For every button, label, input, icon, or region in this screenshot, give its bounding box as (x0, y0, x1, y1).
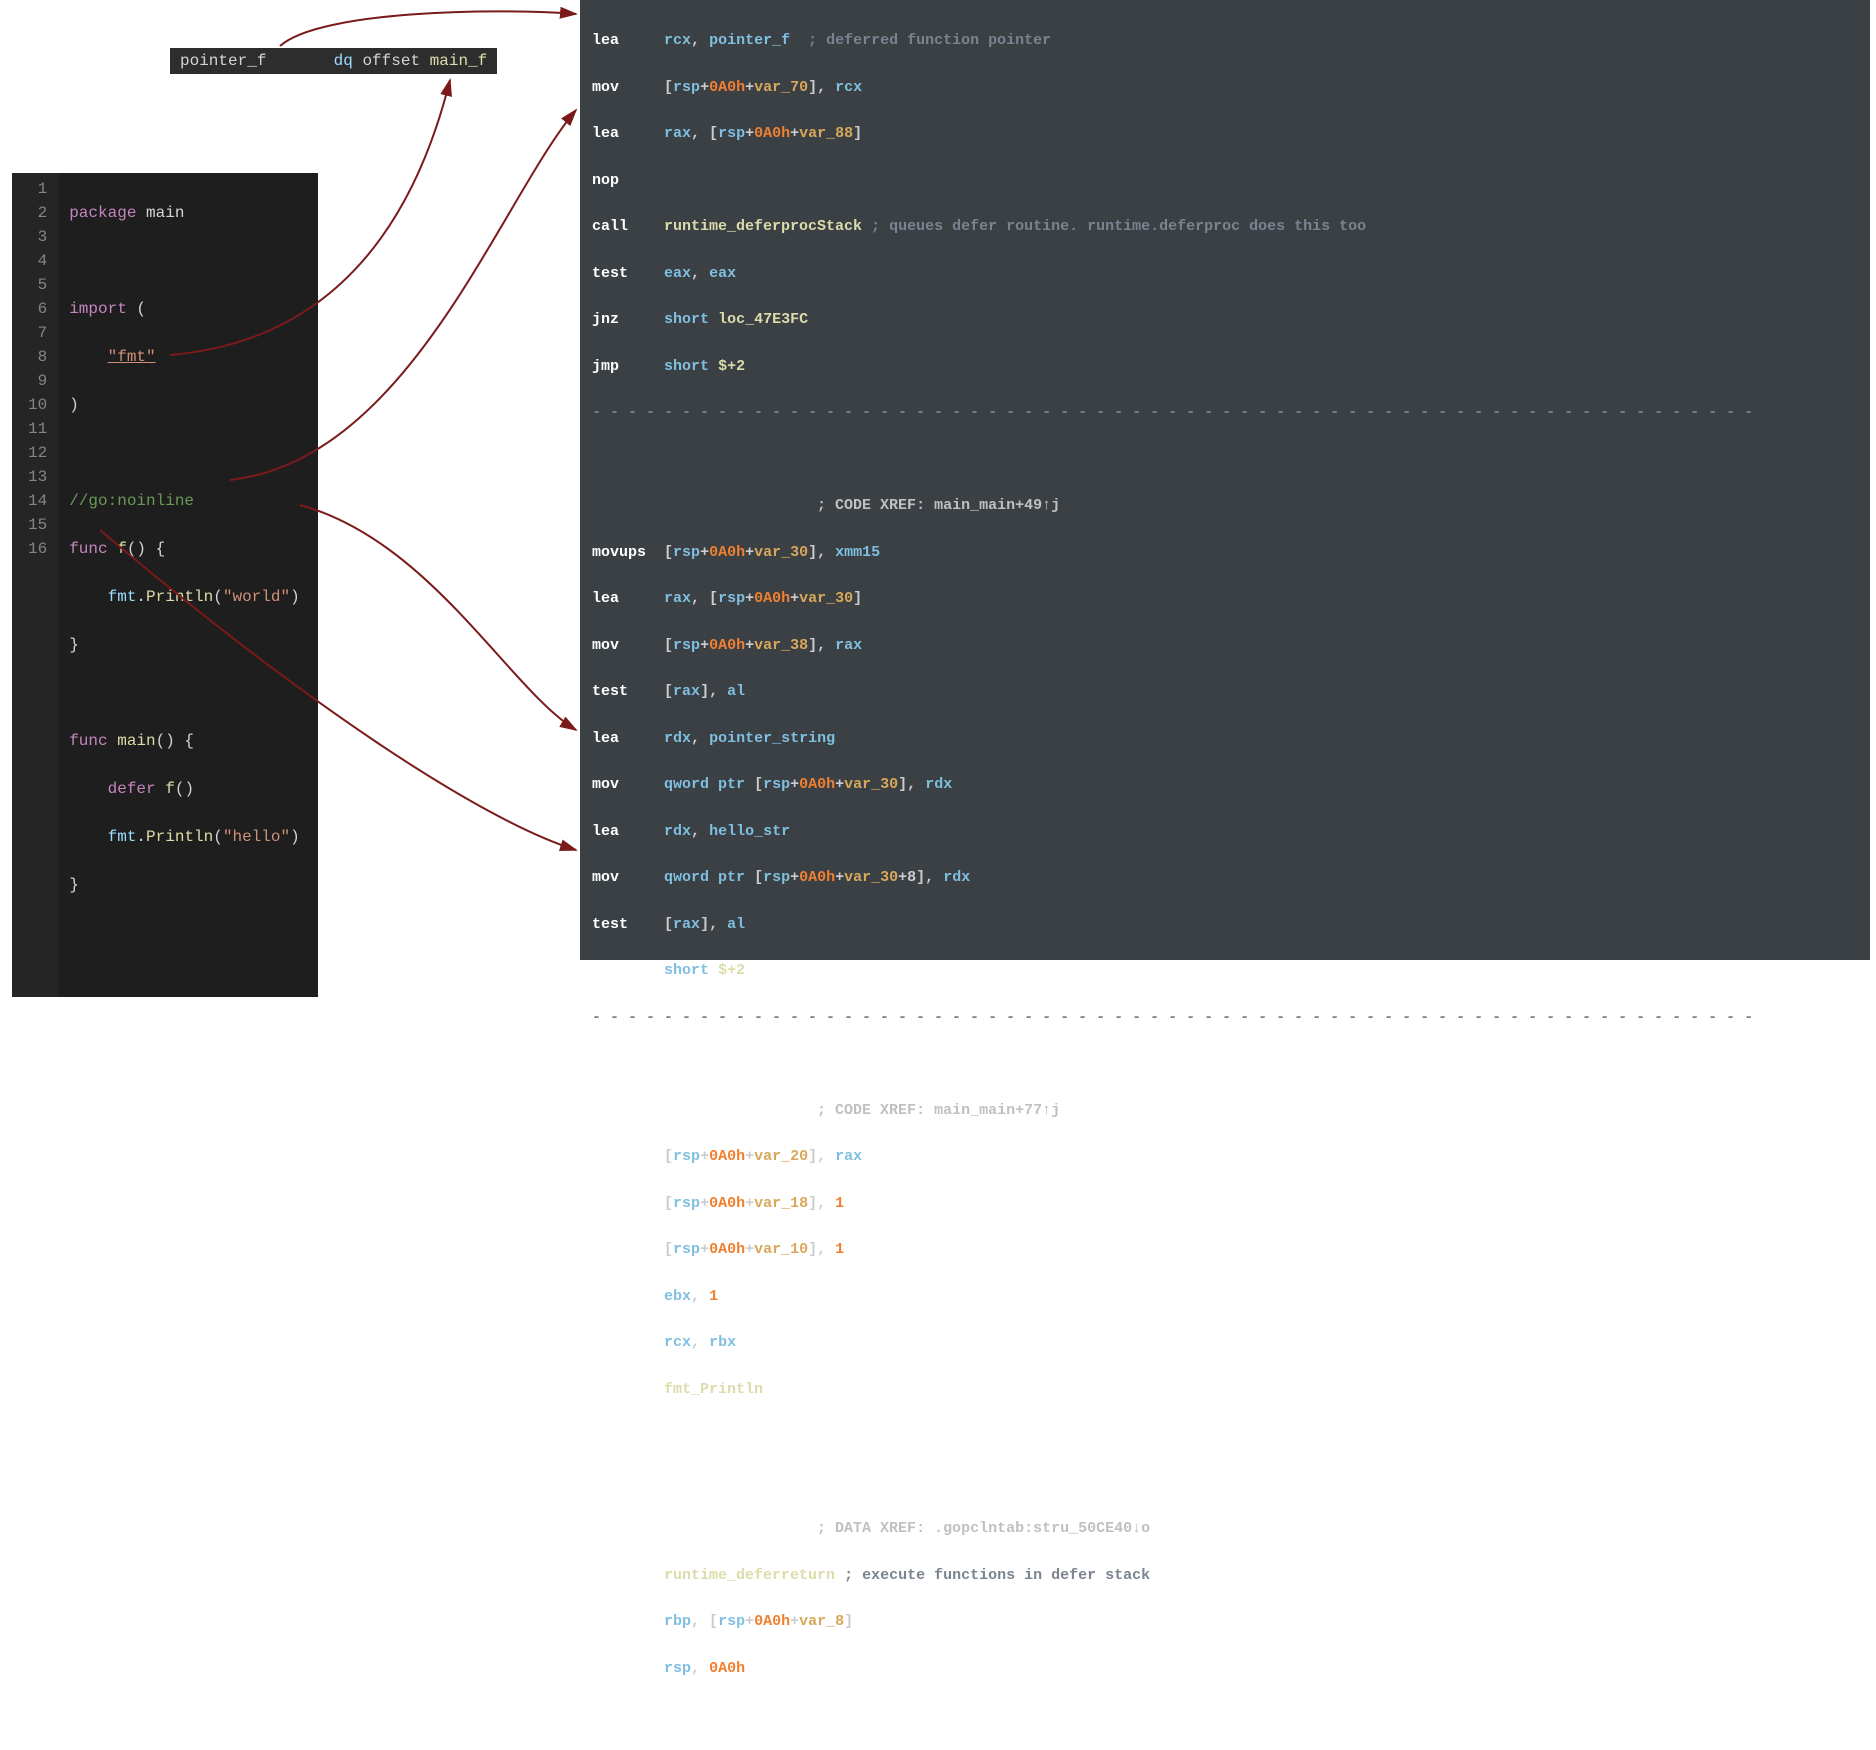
asm-line: mov rbp, [rsp+0A0h+var_8] (592, 1610, 1858, 1633)
src-line: } (69, 633, 299, 657)
pointer-def: pointer_f dq offset main_f (170, 48, 497, 74)
disassembly-view[interactable]: lea rcx, pointer_f ; deferred function p… (580, 0, 1870, 960)
asm-line (592, 1471, 1858, 1494)
src-line: defer f() (69, 777, 299, 801)
line-gutter: 1 2 3 4 5 6 7 8 9 10 11 12 13 14 15 16 (12, 173, 59, 997)
ln: 1 (26, 177, 49, 201)
src-line: "fmt" (69, 345, 299, 369)
offset-keyword: offset (362, 52, 420, 70)
asm-line (592, 448, 1858, 471)
asm-line: call runtime_deferreturn ; execute funct… (592, 1564, 1858, 1587)
main-f-sym: main_f (430, 52, 488, 70)
source-code-editor[interactable]: 1 2 3 4 5 6 7 8 9 10 11 12 13 14 15 16 p… (12, 173, 318, 997)
asm-line: mov ebx, 1 (592, 1285, 1858, 1308)
src-line: fmt.Println("hello") (69, 825, 299, 849)
xref: ; CODE XREF: main_main+49↑j (592, 494, 1858, 517)
asm-line: mov [rsp+0A0h+var_38], rax (592, 634, 1858, 657)
ln: 3 (26, 225, 49, 249)
asm-line: test [rax], al (592, 680, 1858, 703)
asm-line: test eax, eax (592, 262, 1858, 285)
asm-line: call runtime_deferprocStack ; queues def… (592, 215, 1858, 238)
ln: 15 (26, 513, 49, 537)
src-line: } (69, 873, 299, 897)
src-line (69, 681, 299, 705)
asm-line: jmp short $+2 (592, 355, 1858, 378)
asm-line: mov [rsp+0A0h+var_18], 1 (592, 1192, 1858, 1215)
asm-line: mov rcx, rbx (592, 1331, 1858, 1354)
asm-line: jmp short $+2 (592, 959, 1858, 982)
asm-line: mov [rsp+0A0h+var_20], rax (592, 1145, 1858, 1168)
asm-line: add rsp, 0A0h (592, 1657, 1858, 1680)
src-line: fmt.Println("world") (69, 585, 299, 609)
ln: 7 (26, 321, 49, 345)
ln: 10 (26, 393, 49, 417)
src-line: func f() { (69, 537, 299, 561)
src-line: package main (69, 201, 299, 225)
src-line: //go:noinline (69, 489, 299, 513)
src-line (69, 249, 299, 273)
src-line: ) (69, 393, 299, 417)
separator: - - - - - - - - - - - - - - - - - - - - … (592, 401, 1858, 424)
asm-line: nop (592, 1424, 1858, 1447)
asm-line (592, 1052, 1858, 1075)
asm-line: lea rax, [rsp+0A0h+var_30] (592, 587, 1858, 610)
asm-line: lea rdx, pointer_string (592, 727, 1858, 750)
ln: 11 (26, 417, 49, 441)
separator: - - - - - - - - - - - - - - - - - - - - … (592, 1006, 1858, 1029)
ln: 2 (26, 201, 49, 225)
src-line (69, 441, 299, 465)
ln: 8 (26, 345, 49, 369)
ln: 6 (26, 297, 49, 321)
asm-line: mov [rsp+0A0h+var_70], rcx (592, 76, 1858, 99)
ln: 13 (26, 465, 49, 489)
ln: 9 (26, 369, 49, 393)
src-line: func main() { (69, 729, 299, 753)
src-line (69, 921, 299, 945)
ptr-sym: pointer_f (180, 52, 266, 70)
dq-keyword: dq (334, 52, 353, 70)
asm-line: movups [rsp+0A0h+var_30], xmm15 (592, 541, 1858, 564)
asm-line: lea rdx, hello_str (592, 820, 1858, 843)
src-line: import ( (69, 297, 299, 321)
ln: 5 (26, 273, 49, 297)
asm-line: nop (592, 169, 1858, 192)
xref: ; DATA XREF: .gopclntab:stru_50CE40↓o (592, 1517, 1858, 1540)
asm-line: test [rax], al (592, 913, 1858, 936)
asm-line: mov [rsp+0A0h+var_10], 1 (592, 1238, 1858, 1261)
asm-line: call fmt_Println (592, 1378, 1858, 1401)
asm-line: jnz short loc_47E3FC (592, 308, 1858, 331)
ln: 4 (26, 249, 49, 273)
asm-line: lea rcx, pointer_f ; deferred function p… (592, 29, 1858, 52)
ln: 12 (26, 441, 49, 465)
asm-line: mov qword ptr [rsp+0A0h+var_30], rdx (592, 773, 1858, 796)
asm-line: lea rax, [rsp+0A0h+var_88] (592, 122, 1858, 145)
asm-line: mov qword ptr [rsp+0A0h+var_30+8], rdx (592, 866, 1858, 889)
source-code[interactable]: package main import ( "fmt" ) //go:noinl… (59, 173, 317, 997)
asm-line: retn (592, 1703, 1858, 1726)
ln: 16 (26, 537, 49, 561)
xref: ; CODE XREF: main_main+77↑j (592, 1099, 1858, 1122)
ln: 14 (26, 489, 49, 513)
